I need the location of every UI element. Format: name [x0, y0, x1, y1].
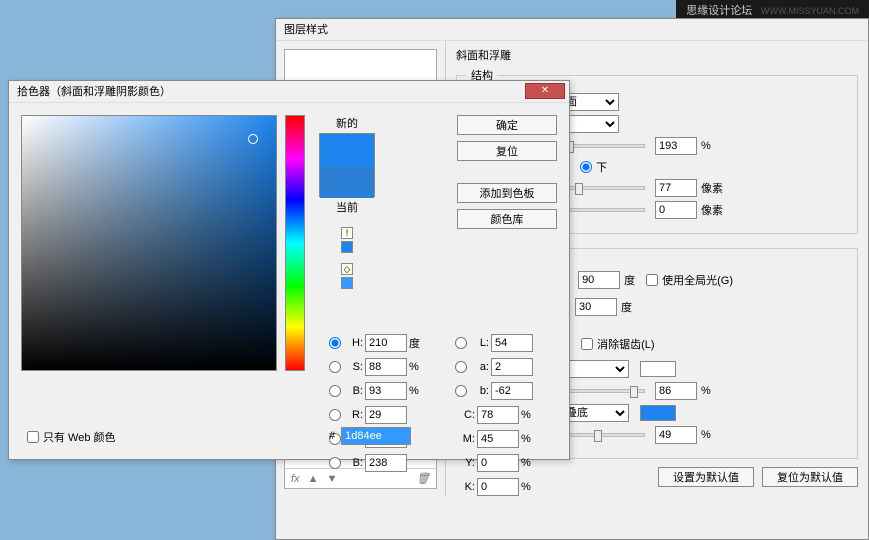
- sh-opacity-input[interactable]: [655, 426, 697, 444]
- color-picker-dialog: 拾色器（斜面和浮雕阴影颜色） ✕ 新的 当前 ! ◇ 确定 复位 添加到色板 颜…: [8, 80, 570, 460]
- antialias-label: 消除锯齿(L): [597, 336, 654, 352]
- antialias-checkbox[interactable]: [581, 338, 593, 350]
- angle-unit: 度: [624, 272, 635, 288]
- color-library-button[interactable]: 颜色库: [457, 209, 557, 229]
- sv-cursor-icon: [248, 134, 258, 144]
- picker-title: 拾色器（斜面和浮雕阴影颜色） ✕: [9, 81, 569, 103]
- sh-opacity-unit: %: [701, 429, 711, 441]
- section-title: 斜面和浮雕: [456, 47, 858, 63]
- watermark-bar: 思缘设计论坛 WWW.MISSYUAN.COM: [676, 0, 869, 18]
- h-unit: 度: [409, 335, 420, 351]
- hl-color-swatch[interactable]: [640, 361, 676, 377]
- hl-opacity-unit: %: [701, 385, 711, 397]
- b2-input[interactable]: [491, 382, 533, 400]
- warning-icon[interactable]: !: [341, 227, 353, 239]
- l-input[interactable]: [491, 334, 533, 352]
- add-swatch-button[interactable]: 添加到色板: [457, 183, 557, 203]
- hex-input[interactable]: [341, 427, 411, 445]
- picker-title-text: 拾色器（斜面和浮雕阴影颜色）: [17, 86, 171, 98]
- r-input[interactable]: [365, 406, 407, 424]
- m-input[interactable]: [477, 430, 519, 448]
- soften-input[interactable]: [655, 201, 697, 219]
- hl-opacity-input[interactable]: [655, 382, 697, 400]
- y-unit: %: [521, 457, 531, 469]
- size-unit: 像素: [701, 180, 723, 196]
- cube-icon[interactable]: ◇: [341, 263, 353, 275]
- b-radio[interactable]: [329, 385, 341, 397]
- a-radio[interactable]: [455, 361, 467, 373]
- cancel-button[interactable]: 复位: [457, 141, 557, 161]
- r-radio[interactable]: [329, 409, 341, 421]
- b2-radio[interactable]: [455, 385, 467, 397]
- altitude-input[interactable]: [575, 298, 617, 316]
- k-unit: %: [521, 481, 531, 493]
- m-unit: %: [521, 433, 531, 445]
- websafe-swatch[interactable]: [341, 277, 353, 289]
- h-input[interactable]: [365, 334, 407, 352]
- bv-radio[interactable]: [329, 457, 341, 469]
- hue-slider[interactable]: [285, 115, 305, 371]
- web-only-checkbox[interactable]: [27, 431, 39, 443]
- k-input[interactable]: [477, 478, 519, 496]
- sh-color-swatch[interactable]: [640, 405, 676, 421]
- watermark-url: WWW.MISSYUAN.COM: [761, 6, 859, 16]
- y-input[interactable]: [477, 454, 519, 472]
- layer-style-title: 图层样式: [276, 19, 868, 41]
- fx-label: fx: [291, 473, 300, 485]
- soften-unit: 像素: [701, 202, 723, 218]
- arrow-up-icon[interactable]: ▲: [308, 473, 319, 485]
- ok-button[interactable]: 确定: [457, 115, 557, 135]
- hex-label: #: [329, 430, 335, 442]
- h-radio[interactable]: [329, 337, 341, 349]
- a-input[interactable]: [491, 358, 533, 376]
- current-label: 当前: [336, 199, 358, 215]
- s-unit: %: [409, 361, 419, 373]
- dir-down-radio[interactable]: [580, 161, 592, 173]
- reset-default-button[interactable]: 复位为默认值: [762, 467, 858, 487]
- close-button[interactable]: ✕: [525, 83, 565, 99]
- c-input[interactable]: [477, 406, 519, 424]
- b-input[interactable]: [365, 382, 407, 400]
- b-unit: %: [409, 385, 419, 397]
- s-radio[interactable]: [329, 361, 341, 373]
- dir-down-label: 下: [596, 159, 607, 175]
- global-light-checkbox[interactable]: [646, 274, 658, 286]
- bv-input[interactable]: [365, 454, 407, 472]
- warn-swatch[interactable]: [341, 241, 353, 253]
- size-input[interactable]: [655, 179, 697, 197]
- global-light-label: 使用全局光(G): [662, 272, 733, 288]
- set-default-button[interactable]: 设置为默认值: [658, 467, 754, 487]
- s-input[interactable]: [365, 358, 407, 376]
- depth-input[interactable]: [655, 137, 697, 155]
- angle-input[interactable]: [578, 271, 620, 289]
- color-preview: [319, 133, 375, 197]
- depth-unit: %: [701, 140, 711, 152]
- c-unit: %: [521, 409, 531, 421]
- altitude-unit: 度: [621, 299, 632, 315]
- saturation-value-box[interactable]: [21, 115, 277, 371]
- new-label: 新的: [336, 115, 358, 131]
- watermark-text: 思缘设计论坛: [686, 5, 752, 17]
- web-only-label: 只有 Web 颜色: [43, 429, 116, 445]
- l-radio[interactable]: [455, 337, 467, 349]
